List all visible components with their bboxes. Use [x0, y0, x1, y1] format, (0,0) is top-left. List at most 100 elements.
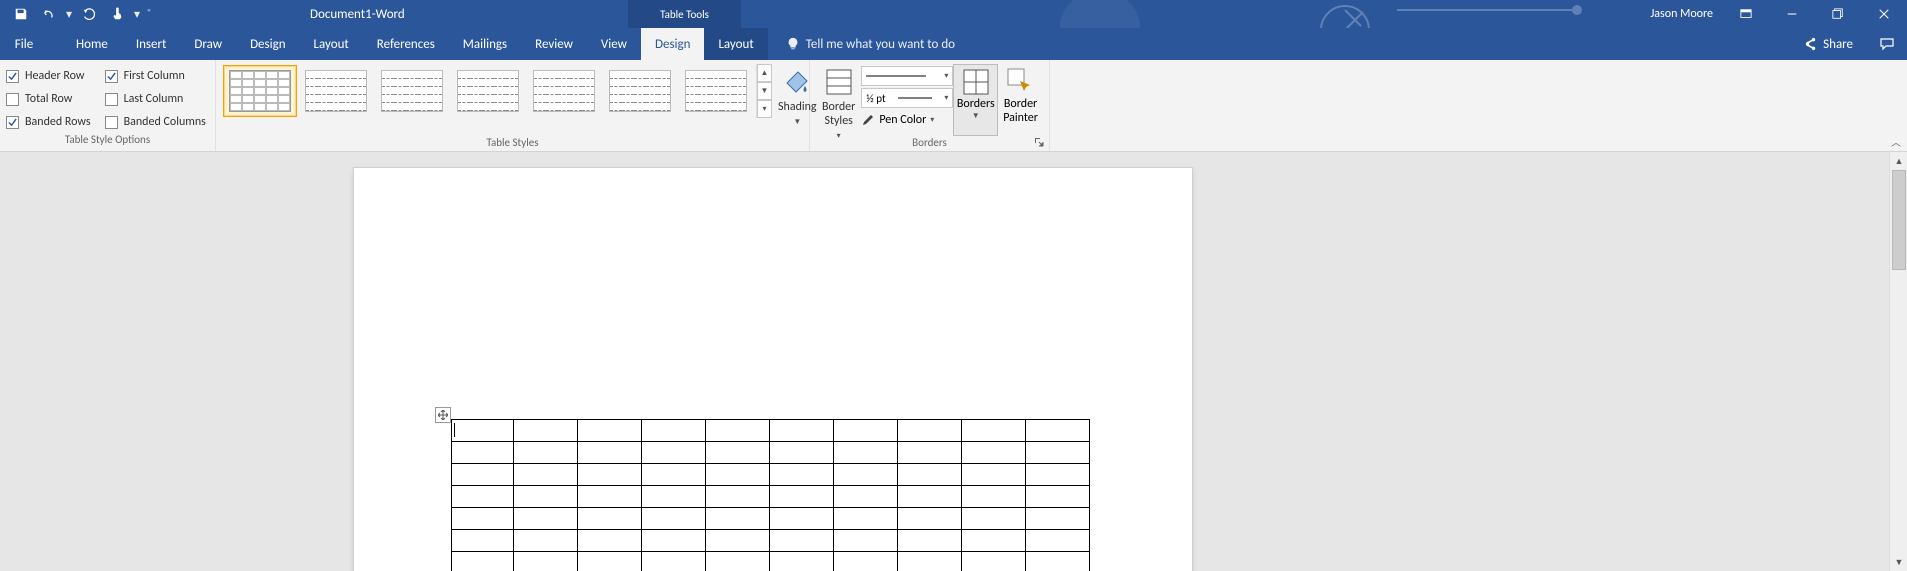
table-cell[interactable] [452, 552, 514, 571]
document-table[interactable] [451, 419, 1090, 571]
tab-layout[interactable]: Layout [300, 28, 363, 60]
table-cell[interactable] [642, 464, 706, 486]
gallery-expand[interactable]: ▾ [757, 100, 772, 118]
tell-me-search[interactable]: Tell me what you want to do [786, 28, 955, 60]
table-cell[interactable] [452, 486, 514, 508]
table-cell[interactable] [770, 442, 834, 464]
table-row[interactable] [452, 508, 1090, 530]
undo-button[interactable] [36, 2, 62, 26]
line-style-dropdown[interactable]: ▾ [861, 66, 953, 86]
table-cell[interactable] [514, 486, 578, 508]
table-style-item[interactable] [451, 65, 525, 117]
tab-home[interactable]: Home [62, 28, 122, 60]
borders-button[interactable]: Borders ▼ [953, 64, 998, 136]
qat-dropdown-icon[interactable]: ▾ [132, 7, 142, 22]
checkbox-banded-rows[interactable]: Banded Rows [6, 112, 91, 132]
scroll-thumb[interactable] [1892, 170, 1906, 270]
checkbox-header-row[interactable]: Header Row [6, 66, 91, 86]
table-row[interactable] [452, 442, 1090, 464]
table-cell[interactable] [962, 552, 1026, 571]
table-cell[interactable] [770, 530, 834, 552]
table-cell[interactable] [706, 530, 770, 552]
table-cell[interactable] [834, 486, 898, 508]
table-cell[interactable] [452, 442, 514, 464]
table-cell[interactable] [1026, 508, 1090, 530]
table-cell[interactable] [706, 420, 770, 442]
table-cell[interactable] [452, 530, 514, 552]
table-cell[interactable] [642, 508, 706, 530]
qat-customize-icon[interactable]: ⁼ [144, 7, 154, 21]
tab-design[interactable]: Design [236, 28, 299, 60]
table-style-item[interactable] [375, 65, 449, 117]
table-row[interactable] [452, 530, 1090, 552]
table-cell[interactable] [1026, 530, 1090, 552]
border-styles-button[interactable]: BorderStyles ▾ [816, 64, 861, 136]
table-cell[interactable] [578, 530, 642, 552]
table-cell[interactable] [1026, 442, 1090, 464]
close-button[interactable] [1861, 0, 1907, 28]
touch-mode-button[interactable] [104, 2, 130, 26]
table-cell[interactable] [1026, 420, 1090, 442]
ribbon-display-options-button[interactable] [1723, 0, 1769, 28]
table-cell[interactable] [706, 442, 770, 464]
table-cell[interactable] [834, 464, 898, 486]
collapse-ribbon-button[interactable]: ︿ [1891, 134, 1901, 149]
table-cell[interactable] [514, 552, 578, 571]
scroll-up-button[interactable]: ▲ [1890, 152, 1907, 170]
table-cell[interactable] [770, 486, 834, 508]
minimize-button[interactable] [1769, 0, 1815, 28]
table-cell[interactable] [898, 552, 962, 571]
table-cell[interactable] [642, 486, 706, 508]
table-cell[interactable] [642, 552, 706, 571]
table-cell[interactable] [962, 486, 1026, 508]
table-style-item[interactable] [603, 65, 677, 117]
table-cell[interactable] [1026, 464, 1090, 486]
table-cell[interactable] [962, 420, 1026, 442]
table-cell[interactable] [898, 464, 962, 486]
scroll-down-button[interactable]: ▼ [1890, 553, 1907, 571]
gallery-scroll-up[interactable]: ▲ [757, 64, 772, 82]
table-cell[interactable] [962, 442, 1026, 464]
checkbox-last-column[interactable]: Last Column [105, 89, 206, 109]
table-style-item[interactable] [223, 65, 297, 117]
table-cell[interactable] [514, 530, 578, 552]
table-row[interactable] [452, 486, 1090, 508]
table-cell[interactable] [642, 442, 706, 464]
table-style-item[interactable] [679, 65, 753, 117]
table-row[interactable] [452, 464, 1090, 486]
table-cell[interactable] [962, 508, 1026, 530]
table-style-item[interactable] [527, 65, 601, 117]
table-cell[interactable] [898, 442, 962, 464]
tab-table-layout[interactable]: Layout [704, 28, 767, 60]
save-button[interactable] [8, 2, 34, 26]
table-cell[interactable] [834, 420, 898, 442]
table-cell[interactable] [514, 420, 578, 442]
tab-insert[interactable]: Insert [122, 28, 181, 60]
table-cell[interactable] [1026, 486, 1090, 508]
table-cell[interactable] [834, 442, 898, 464]
table-cell[interactable] [770, 464, 834, 486]
checkbox-total-row[interactable]: Total Row [6, 89, 91, 109]
redo-button[interactable] [76, 2, 102, 26]
table-cell[interactable] [898, 486, 962, 508]
table-cell[interactable] [642, 530, 706, 552]
tab-mailings[interactable]: Mailings [449, 28, 521, 60]
tab-references[interactable]: References [363, 28, 449, 60]
table-cell[interactable] [452, 508, 514, 530]
table-row[interactable] [452, 420, 1090, 442]
border-painter-button[interactable]: Border Painter [998, 64, 1043, 136]
share-button[interactable]: Share [1789, 28, 1867, 60]
table-cell[interactable] [706, 464, 770, 486]
comments-button[interactable] [1867, 28, 1907, 60]
table-cell[interactable] [770, 420, 834, 442]
table-cell[interactable] [706, 486, 770, 508]
tab-file[interactable]: File [0, 28, 48, 60]
table-cell[interactable] [834, 508, 898, 530]
table-cell[interactable] [706, 508, 770, 530]
table-row[interactable] [452, 552, 1090, 571]
gallery-scroll-down[interactable]: ▼ [757, 82, 772, 100]
table-cell[interactable] [578, 486, 642, 508]
checkbox-banded-columns[interactable]: Banded Columns [105, 112, 206, 132]
line-weight-dropdown[interactable]: ½ pt ▾ [861, 88, 953, 108]
tab-review[interactable]: Review [521, 28, 587, 60]
